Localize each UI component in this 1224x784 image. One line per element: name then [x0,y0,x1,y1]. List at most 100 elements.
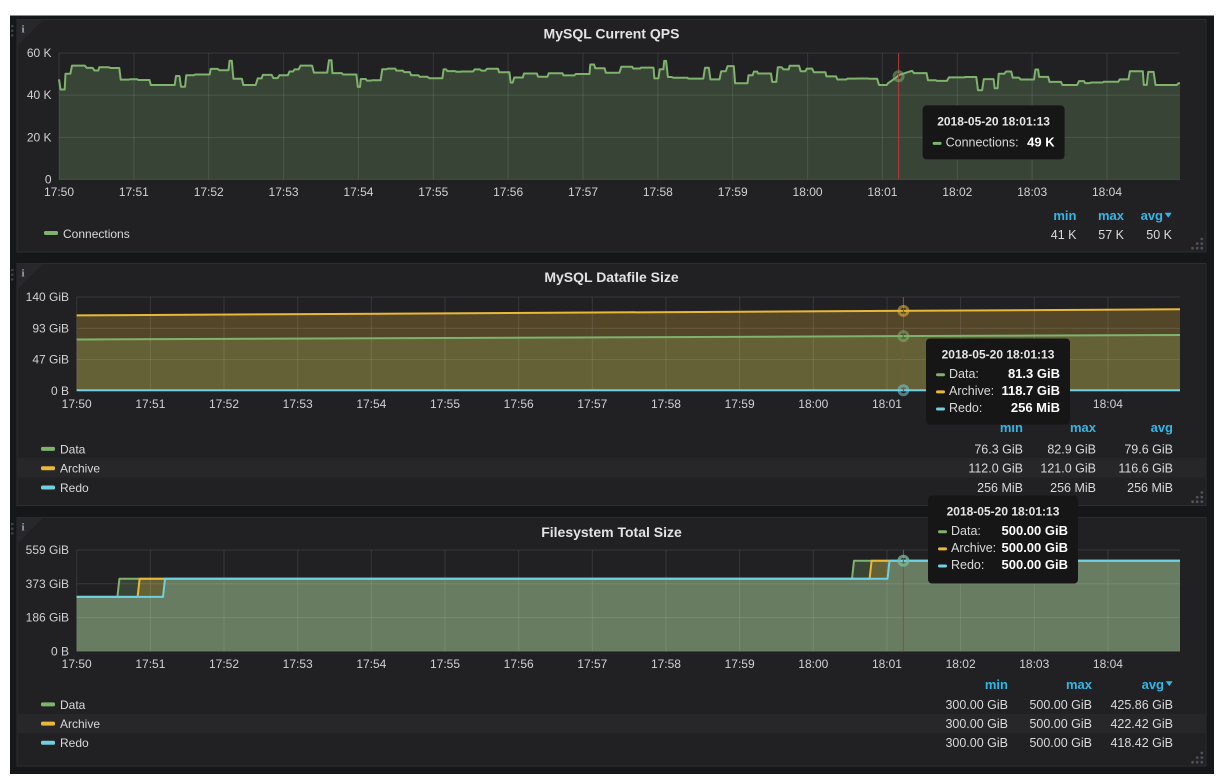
svg-text:17:58: 17:58 [643,185,673,199]
svg-text:18:04: 18:04 [1092,185,1122,199]
svg-text:81.3 GiB: 81.3 GiB [1008,366,1060,381]
svg-text:373 GiB: 373 GiB [26,577,69,591]
svg-text:Archive:: Archive: [951,541,996,555]
svg-text:Redo: Redo [60,481,89,495]
svg-text:Data: Data [60,698,86,712]
svg-text:i: i [22,268,25,280]
svg-text:avg: avg [1142,677,1164,692]
svg-text:18:03: 18:03 [1017,185,1047,199]
svg-text:41 K: 41 K [1051,228,1077,242]
svg-text:min: min [1053,208,1076,223]
svg-text:500.00 GiB: 500.00 GiB [1002,557,1069,572]
svg-text:17:51: 17:51 [119,185,149,199]
svg-text:112.0 GiB: 112.0 GiB [968,462,1023,476]
svg-text:60 K: 60 K [27,46,52,60]
svg-text:18:01: 18:01 [872,397,902,411]
svg-text:Filesystem Total Size: Filesystem Total Size [541,524,682,540]
svg-text:18:04: 18:04 [1093,657,1123,671]
svg-text:min: min [985,677,1008,692]
svg-text:500.00 GiB: 500.00 GiB [1029,698,1092,712]
svg-text:17:54: 17:54 [343,185,373,199]
svg-text:50 K: 50 K [1146,228,1172,242]
svg-text:17:57: 17:57 [577,657,607,671]
svg-text:93 GiB: 93 GiB [32,321,69,335]
svg-text:17:51: 17:51 [135,657,165,671]
svg-text:500.00 GiB: 500.00 GiB [1002,523,1069,538]
svg-text:18:01: 18:01 [867,185,897,199]
svg-text:17:55: 17:55 [418,185,448,199]
svg-text:max: max [1066,677,1093,692]
svg-text:Data:: Data: [949,367,979,381]
svg-text:18:00: 18:00 [798,397,828,411]
svg-text:256 MiB: 256 MiB [1011,400,1060,415]
svg-text:18:00: 18:00 [798,657,828,671]
svg-text:17:54: 17:54 [356,657,386,671]
svg-text:47 GiB: 47 GiB [32,353,69,367]
svg-text:300.00 GiB: 300.00 GiB [945,698,1008,712]
svg-text:17:54: 17:54 [356,397,386,411]
svg-text:500.00 GiB: 500.00 GiB [1029,736,1092,750]
svg-text:17:58: 17:58 [651,397,681,411]
svg-text:57 K: 57 K [1098,228,1124,242]
svg-text:17:59: 17:59 [718,185,748,199]
svg-text:17:55: 17:55 [430,397,460,411]
svg-text:300.00 GiB: 300.00 GiB [945,736,1008,750]
svg-text:i: i [22,24,25,36]
svg-text:186 GiB: 186 GiB [26,611,69,625]
svg-text:17:52: 17:52 [209,657,239,671]
svg-text:17:50: 17:50 [62,397,92,411]
svg-text:82.9 GiB: 82.9 GiB [1047,442,1096,456]
svg-text:17:53: 17:53 [283,657,313,671]
svg-text:140 GiB: 140 GiB [26,290,69,304]
svg-text:Connections:: Connections: [946,135,1019,149]
svg-text:17:55: 17:55 [430,657,460,671]
svg-text:500.00 GiB: 500.00 GiB [1029,717,1092,731]
svg-text:18:02: 18:02 [942,185,972,199]
svg-text:300.00 GiB: 300.00 GiB [945,717,1008,731]
svg-text:2018-05-20 18:01:13: 2018-05-20 18:01:13 [942,348,1055,362]
svg-text:17:56: 17:56 [493,185,523,199]
svg-text:418.42 GiB: 418.42 GiB [1110,736,1173,750]
svg-text:17:52: 17:52 [194,185,224,199]
svg-text:MySQL Current QPS: MySQL Current QPS [544,26,680,42]
svg-text:256 MiB: 256 MiB [1127,481,1173,495]
svg-text:17:51: 17:51 [135,397,165,411]
svg-text:18:01: 18:01 [872,657,902,671]
svg-text:Archive:: Archive: [949,384,994,398]
svg-text:17:53: 17:53 [283,397,313,411]
svg-text:Archive: Archive [60,717,100,731]
svg-text:Data:: Data: [951,524,981,538]
svg-text:76.3 GiB: 76.3 GiB [974,442,1023,456]
svg-text:Archive: Archive [60,462,100,476]
svg-text:17:59: 17:59 [725,657,755,671]
svg-text:18:03: 18:03 [1019,657,1049,671]
svg-text:17:52: 17:52 [209,397,239,411]
svg-text:49 K: 49 K [1027,134,1055,149]
svg-text:121.0 GiB: 121.0 GiB [1040,462,1096,476]
svg-text:2018-05-20 18:01:13: 2018-05-20 18:01:13 [947,505,1060,519]
svg-text:17:53: 17:53 [269,185,299,199]
svg-text:Redo:: Redo: [949,401,982,415]
svg-text:422.42 GiB: 422.42 GiB [1110,717,1173,731]
svg-text:17:50: 17:50 [62,657,92,671]
svg-text:17:56: 17:56 [504,397,534,411]
svg-text:i: i [22,522,25,534]
svg-text:17:57: 17:57 [568,185,598,199]
svg-text:40 K: 40 K [27,88,52,102]
svg-text:18:02: 18:02 [946,657,976,671]
svg-text:118.7 GiB: 118.7 GiB [1001,383,1060,398]
svg-text:18:04: 18:04 [1093,397,1123,411]
svg-text:79.6 GiB: 79.6 GiB [1124,442,1173,456]
svg-text:17:57: 17:57 [577,397,607,411]
svg-text:MySQL Datafile Size: MySQL Datafile Size [544,269,679,285]
svg-text:2018-05-20 18:01:13: 2018-05-20 18:01:13 [937,114,1050,128]
svg-text:425.86 GiB: 425.86 GiB [1110,698,1173,712]
svg-text:256 MiB: 256 MiB [1050,481,1096,495]
svg-text:17:56: 17:56 [504,657,534,671]
svg-text:Redo: Redo [60,736,89,750]
svg-text:500.00 GiB: 500.00 GiB [1002,540,1069,555]
svg-text:Redo:: Redo: [951,558,984,572]
svg-text:17:58: 17:58 [651,657,681,671]
svg-text:256 MiB: 256 MiB [977,481,1023,495]
svg-text:Data: Data [60,442,86,456]
